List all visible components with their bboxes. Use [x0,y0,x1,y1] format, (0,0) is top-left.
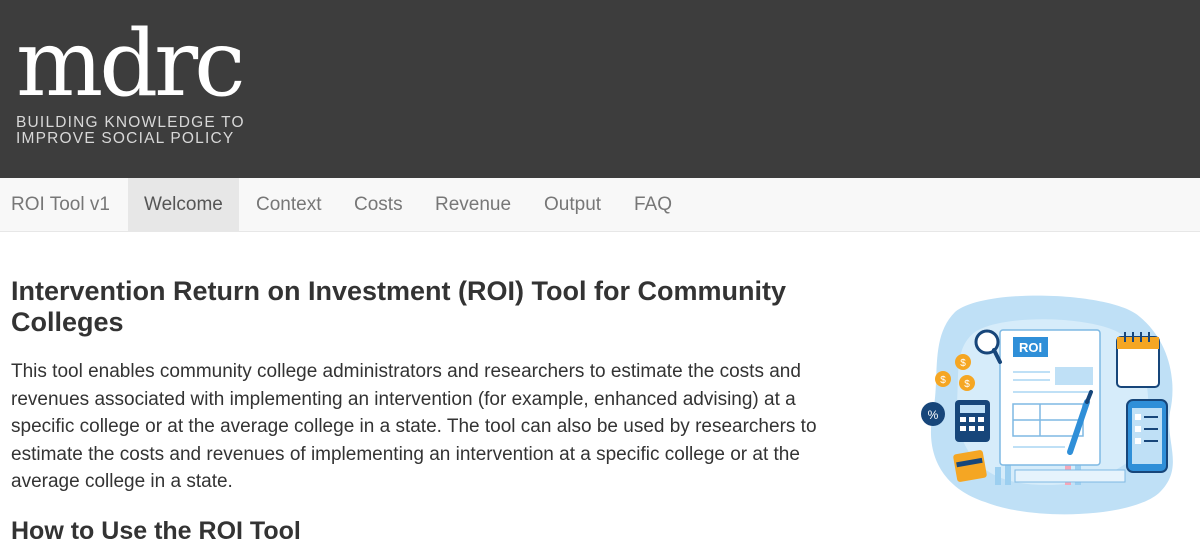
site-banner: mdrc BUILDING KNOWLEDGE TO IMPROVE SOCIA… [0,0,1200,178]
how-to-use-heading: How to Use the ROI Tool [11,517,301,545]
roi-document-icon: ROI [999,329,1101,466]
mdrc-logo[interactable]: mdrc BUILDING KNOWLEDGE TO IMPROVE SOCIA… [16,18,256,158]
logo-wordmark: mdrc [16,10,246,117]
tab-revenue[interactable]: Revenue [419,178,527,232]
tab-output[interactable]: Output [528,178,617,232]
tagline-line-2: IMPROVE SOCIAL POLICY [16,130,235,147]
calendar-icon [1116,332,1160,388]
svg-text:$: $ [940,375,946,386]
tagline-line-1: BUILDING KNOWLEDGE TO [16,114,245,131]
calculator-icon [955,400,990,442]
tab-costs[interactable]: Costs [338,178,419,232]
percent-bubble-icon: % [921,402,945,426]
phone-checklist-icon [1126,399,1168,473]
intro-paragraph: This tool enables community college admi… [11,361,817,492]
credit-card-icon [953,450,987,482]
bottom-sheet [1014,469,1126,483]
main-navbar: ROI Tool v1 Welcome Context Costs Revenu… [0,178,1200,232]
tab-context[interactable]: Context [240,178,337,232]
tab-faq[interactable]: FAQ [618,178,688,232]
roi-illustration: ROI $ $ $ % [915,292,1195,518]
svg-text:$: $ [964,379,970,390]
roi-doc-label: ROI [1019,340,1042,355]
navbar-brand[interactable]: ROI Tool v1 [11,178,110,232]
page-title: Intervention Return on Investment (ROI) … [11,276,786,337]
svg-text:$: $ [960,358,966,369]
svg-text:%: % [928,408,939,422]
tab-welcome[interactable]: Welcome [128,178,239,232]
logo-tagline: BUILDING KNOWLEDGE TO IMPROVE SOCIAL POL… [16,115,256,147]
roi-illustration-svg: ROI $ $ $ % [921,295,1173,515]
